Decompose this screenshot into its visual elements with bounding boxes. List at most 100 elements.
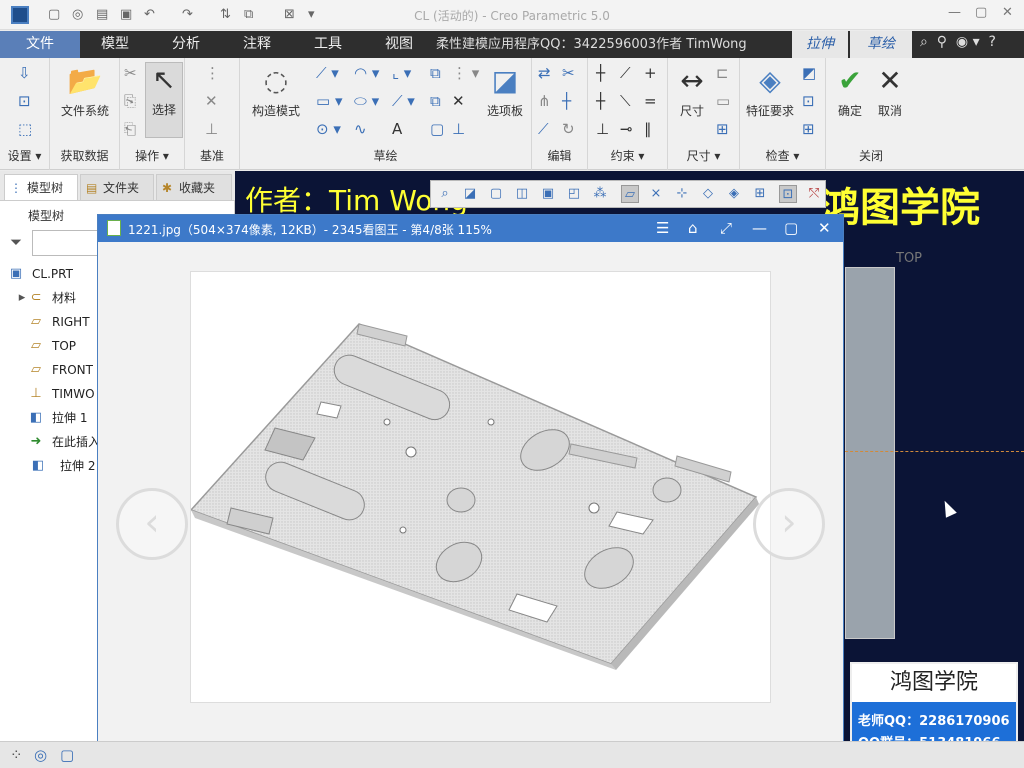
chamfer-icon[interactable]: ⟋ ▾	[392, 92, 415, 110]
select-button[interactable]: ↖ 选择	[145, 62, 183, 138]
project-icon[interactable]: ▢	[430, 120, 444, 138]
centerline-icon[interactable]: ⋮	[205, 64, 220, 82]
help-icon[interactable]: ?	[989, 34, 996, 50]
tab-model[interactable]: 模型	[80, 31, 150, 58]
mirror-icon[interactable]: ⋔	[538, 92, 551, 110]
display-style-icon[interactable]: ▣	[539, 185, 557, 203]
baseline-icon[interactable]: ▭	[716, 92, 730, 110]
next-image-button[interactable]: ›	[753, 488, 825, 560]
search-command-icon[interactable]: ⌕	[920, 34, 928, 50]
previous-image-button[interactable]: ‹	[116, 488, 188, 560]
reference-icon[interactable]: ⊡	[18, 92, 31, 110]
coordinate-icon[interactable]: ⊥	[205, 120, 218, 138]
tree-item-material[interactable]: ▸ ⊂ 材料	[19, 287, 76, 309]
community-icon[interactable]: ◉	[956, 34, 968, 50]
chevron-down-icon[interactable]: ▾	[973, 34, 980, 50]
browser-toggle-icon[interactable]: ◎	[34, 746, 47, 764]
sketch-setup-icon[interactable]: ⇩	[18, 64, 31, 82]
reference-dimension-icon[interactable]: ⊞	[716, 120, 729, 138]
maximize-icon[interactable]: ▢	[975, 5, 987, 20]
circle-icon[interactable]: ⊙ ▾	[316, 120, 341, 138]
search-icon[interactable]: ⚲	[937, 34, 947, 50]
midpoint-constraint-icon[interactable]: ⟍	[620, 92, 631, 110]
navigator-toggle-icon[interactable]: ⁘	[10, 746, 23, 764]
group-label-dimension[interactable]: 尺寸 ▾	[668, 147, 739, 164]
sketch-view-icon[interactable]: ⬚	[18, 120, 32, 138]
tree-item-extrude-1[interactable]: ◧ 拉伸 1	[30, 407, 88, 429]
tab-model-tree[interactable]: ⋮ 模型树	[4, 174, 78, 200]
perimeter-icon[interactable]: ⊏	[716, 64, 729, 82]
horizontal-constraint-icon[interactable]: ┼	[596, 92, 605, 110]
dimension-display-icon[interactable]: ⊞	[751, 185, 769, 203]
fillet-icon[interactable]: ⌞ ▾	[392, 64, 411, 82]
group-label-operations[interactable]: 操作 ▾	[120, 147, 184, 164]
tree-item-csys[interactable]: ⊥ TIMWO	[30, 383, 94, 405]
fullscreen-icon[interactable]: ⤢	[720, 218, 732, 238]
symmetric-constraint-icon[interactable]: +	[644, 64, 657, 82]
zoom-out-icon[interactable]: ▢	[487, 185, 505, 203]
equal-constraint-icon[interactable]: =	[644, 92, 657, 110]
coordinate-system-icon[interactable]: ⊥	[452, 120, 465, 138]
tree-item-part[interactable]: ▣ CL.PRT	[10, 263, 73, 285]
constraint-display-icon[interactable]: ⊡	[779, 185, 797, 203]
saved-orientations-icon[interactable]: ◰	[565, 185, 583, 203]
tangent-constraint-icon[interactable]: ⟋	[620, 64, 631, 82]
offset-icon[interactable]: ⧉	[430, 64, 441, 82]
copy-icon[interactable]: ⎘	[124, 92, 136, 110]
tree-item-extrude-2[interactable]: ◧ 拉伸 2	[32, 455, 96, 477]
line-icon[interactable]: ⟋ ▾	[316, 64, 339, 82]
point-icon[interactable]: ✕	[205, 92, 218, 110]
coincident-constraint-icon[interactable]: ⊸	[620, 120, 633, 138]
point-sketch-icon[interactable]: ✕	[452, 92, 465, 110]
datum-display-icon[interactable]: ⨯	[647, 185, 665, 203]
close-icon[interactable]: ✕	[1002, 5, 1013, 20]
sketcher-display-icon[interactable]: ◈	[725, 185, 743, 203]
perpendicular-constraint-icon[interactable]: ⊥	[596, 120, 609, 138]
tab-extrude[interactable]: 拉伸	[792, 31, 848, 58]
ellipse-icon[interactable]: ⬭ ▾	[354, 92, 379, 110]
highlight-open-ends-icon[interactable]: ⊡	[802, 92, 815, 110]
tab-file[interactable]: 文件	[0, 31, 80, 58]
tree-item-top[interactable]: ▱ TOP	[31, 335, 76, 357]
rectangle-icon[interactable]: ▭ ▾	[316, 92, 342, 110]
minimize-icon[interactable]: —	[752, 218, 767, 238]
zoom-in-icon[interactable]: ◪	[461, 185, 479, 203]
corner-icon[interactable]: ⟋	[538, 120, 549, 138]
feature-requirements-button[interactable]: ◈ 特征要求	[742, 64, 798, 119]
menu-icon[interactable]: ☰	[656, 218, 669, 238]
group-label-constraints[interactable]: 约束 ▾	[588, 147, 667, 164]
vertical-constraint-icon[interactable]: ┼	[596, 64, 605, 82]
delete-segment-icon[interactable]: ✂	[562, 64, 575, 82]
overlapping-geometry-icon[interactable]: ◩	[802, 64, 816, 82]
repaint-icon[interactable]: ◫	[513, 185, 531, 203]
tab-tools[interactable]: 工具	[292, 31, 364, 58]
minimize-icon[interactable]: —	[948, 5, 961, 20]
sketch-view-toggle-icon[interactable]: ▱	[621, 185, 639, 203]
ok-button[interactable]: ✔ 确定	[830, 64, 870, 119]
file-system-button[interactable]: 📂 文件系统	[60, 64, 110, 119]
text-icon[interactable]: A	[392, 120, 402, 138]
filter-icon[interactable]: ⏷	[10, 233, 22, 251]
tab-folder-browser[interactable]: ▤ 文件夹	[80, 174, 154, 200]
tree-item-right[interactable]: ▱ RIGHT	[31, 311, 90, 333]
divide-icon[interactable]: ┼	[562, 92, 571, 110]
close-icon[interactable]: ✕	[818, 218, 831, 238]
group-label-inspect[interactable]: 检查 ▾	[740, 147, 825, 164]
group-label-setup[interactable]: 设置 ▾	[0, 147, 49, 164]
cancel-button[interactable]: ✕ 取消	[870, 64, 910, 119]
annotation-display-icon[interactable]: ◇	[699, 185, 717, 203]
tab-sketch[interactable]: 草绘	[850, 31, 912, 58]
skin-icon[interactable]: ⌂	[688, 218, 698, 238]
spline-icon[interactable]: ∿	[354, 120, 367, 138]
tree-item-insert-here[interactable]: ➜ 在此插入	[31, 431, 100, 453]
palette-button[interactable]: ◪ 选项板	[480, 64, 530, 119]
paste-icon[interactable]: ⎗	[124, 120, 136, 138]
tree-item-front[interactable]: ▱ FRONT	[31, 359, 93, 381]
spin-center-icon[interactable]: ⊹	[673, 185, 691, 203]
arc-icon[interactable]: ◠ ▾	[354, 64, 379, 82]
dimension-button[interactable]: ↔ 尺寸	[672, 64, 712, 119]
maximize-icon[interactable]: ▢	[784, 218, 798, 238]
parallel-constraint-icon[interactable]: ∥	[644, 120, 652, 138]
modify-icon[interactable]: ⇄	[538, 64, 551, 82]
tab-favorites[interactable]: ✱ 收藏夹	[156, 174, 232, 200]
